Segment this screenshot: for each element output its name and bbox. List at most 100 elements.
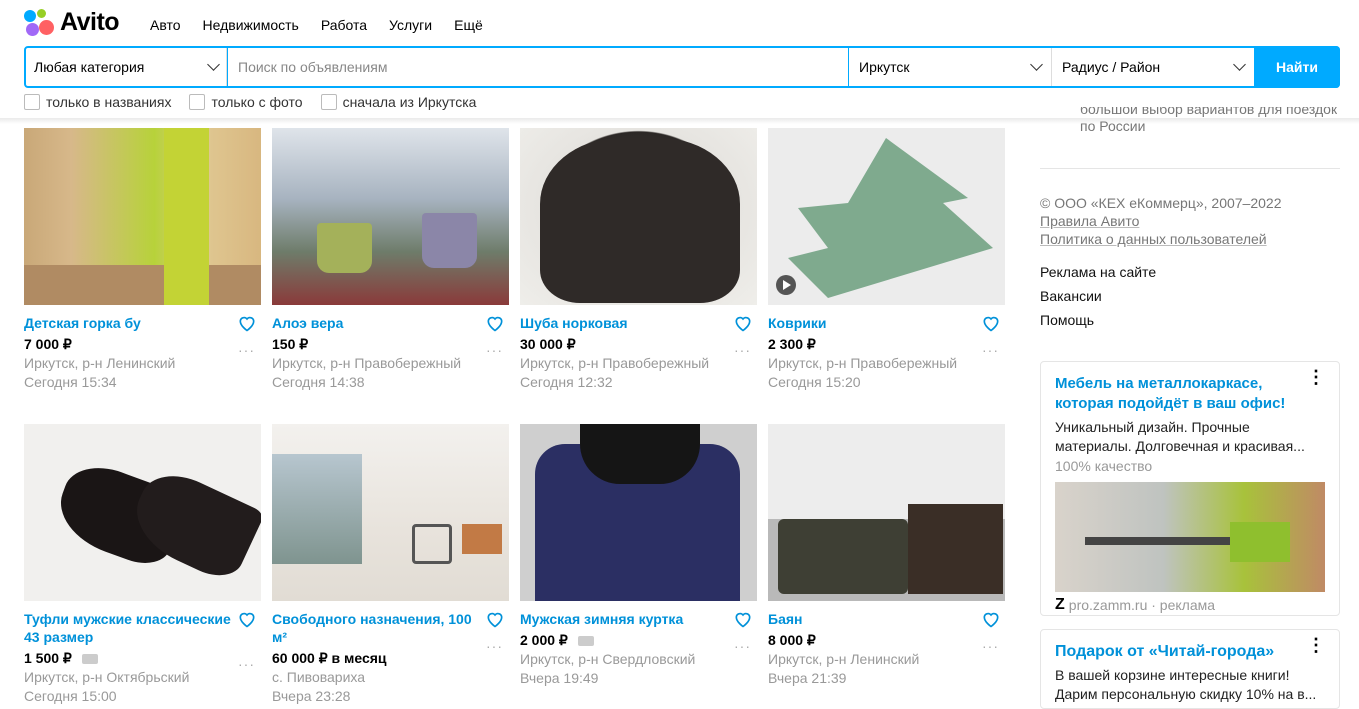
listing-photo[interactable] [520,424,757,601]
listing-title[interactable]: Мужская зимняя куртка [520,610,730,628]
ad-card[interactable]: ⋮ Подарок от «Читай-города» В вашей корз… [1040,629,1340,709]
checkbox[interactable] [24,94,40,110]
more-dots-icon[interactable]: ··· [486,638,503,654]
search-filters: только в названиях только с фото сначала… [24,94,494,110]
chevron-down-icon [207,58,220,71]
sidebar-footer: © ООО «КЕХ еКоммерц», 2007–2022 Правила … [1040,194,1281,332]
listing-location: Иркутск, р-н Правобережный [768,355,958,371]
listing-location: Иркутск, р-н Правобережный [272,355,462,371]
listing-location: Иркутск, р-н Ленинский [768,651,920,667]
listing-price: 2 300 ₽ [768,336,816,352]
listing-title[interactable]: Туфли мужские классические 43 размер [24,610,234,646]
listing-date: Сегодня 14:38 [272,374,365,390]
category-value: Любая категория [34,59,145,75]
vacancies-link[interactable]: Вакансии [1040,284,1281,308]
ad-text: В вашей корзине интересные книги! Дарим … [1055,667,1317,702]
listing-price: 30 000 ₽ [520,336,576,352]
listing-date: Вчера 21:39 [768,670,847,686]
listing-card[interactable]: Шуба норковая 30 000 ₽ ··· Иркутск, р-н … [520,128,757,392]
ad-card[interactable]: ⋮ Мебель на металлокаркасе, которая подо… [1040,361,1340,616]
filter-irkutsk-first[interactable]: сначала из Иркутска [320,94,476,110]
heart-icon[interactable] [981,313,1001,333]
listing-photo[interactable] [24,424,261,601]
listing-card[interactable]: Коврики 2 300 ₽ ··· Иркутск, р-н Правобе… [768,128,1005,392]
zamm-logo-icon: Z [1055,596,1065,613]
main-nav: Авто Недвижимость Работа Услуги Ещё [150,17,505,33]
city-select[interactable]: Иркутск [849,48,1052,86]
ad-source: Z pro.zamm.ru · реклама [1055,596,1216,613]
ad-title[interactable]: Мебель на металлокаркасе, которая подойд… [1055,374,1295,414]
more-dots-icon[interactable]: ··· [734,342,751,358]
more-dots-icon[interactable]: ··· [982,638,999,654]
listing-photo[interactable] [272,128,509,305]
menu-kebab-icon[interactable]: ⋮ [1307,368,1325,386]
avito-logo[interactable]: Avito [24,8,120,37]
nav-more[interactable]: Ещё [454,17,483,33]
listing-photo[interactable] [768,424,1005,601]
listing-date: Вчера 23:28 [272,688,351,704]
nav-jobs[interactable]: Работа [321,17,367,33]
category-select[interactable]: Любая категория [26,48,227,86]
rules-link[interactable]: Правила Авито [1040,212,1281,230]
listing-photo[interactable] [520,128,757,305]
listing-card[interactable]: Мужская зимняя куртка 2 000 ₽ ··· Иркутс… [520,424,757,688]
ads-link[interactable]: Реклама на сайте [1040,260,1281,284]
listing-location: с. Пивовариха [272,669,366,685]
more-dots-icon[interactable]: ··· [486,342,503,358]
radius-value: Радиус / Район [1062,59,1161,75]
listing-date: Сегодня 15:20 [768,374,861,390]
filter-titles-only[interactable]: только в названиях [24,94,171,110]
privacy-link[interactable]: Политика о данных пользователей [1040,230,1281,248]
listing-date: Вчера 19:49 [520,670,599,686]
ad-quality: 100% качество [1055,458,1153,474]
listing-title[interactable]: Коврики [768,314,978,332]
listing-photo[interactable] [272,424,509,601]
delivery-truck-icon [577,635,594,646]
nav-auto[interactable]: Авто [150,17,181,33]
heart-icon[interactable] [733,609,753,629]
heart-icon[interactable] [237,609,257,629]
heart-icon[interactable] [733,313,753,333]
listing-title[interactable]: Баян [768,610,978,628]
filter-with-photo[interactable]: только с фото [189,94,303,110]
nav-realty[interactable]: Недвижимость [203,17,299,33]
listing-card[interactable]: Алоэ вера 150 ₽ ··· Иркутск, р-н Правобе… [272,128,509,392]
more-dots-icon[interactable]: ··· [238,656,255,672]
more-dots-icon[interactable]: ··· [238,342,255,358]
listing-title[interactable]: Алоэ вера [272,314,482,332]
listing-photo[interactable] [24,128,261,305]
listing-title[interactable]: Свободного назначения, 100 м² [272,610,482,646]
ad-image[interactable] [1055,482,1325,592]
listing-price: 1 500 ₽ [24,649,261,668]
listing-photo[interactable] [768,128,1005,305]
search-input[interactable]: Поиск по объявлениям [227,46,849,88]
more-dots-icon[interactable]: ··· [734,638,751,654]
search-placeholder: Поиск по объявлениям [238,59,388,75]
listing-price: 60 000 ₽ в месяц [272,650,387,666]
copyright: © ООО «КЕХ еКоммерц», 2007–2022 [1040,195,1282,211]
heart-icon[interactable] [485,609,505,629]
search-button[interactable]: Найти [1254,46,1340,88]
heart-icon[interactable] [981,609,1001,629]
menu-kebab-icon[interactable]: ⋮ [1307,636,1325,654]
listing-title[interactable]: Шуба норковая [520,314,730,332]
more-dots-icon[interactable]: ··· [982,342,999,358]
checkbox[interactable] [189,94,206,110]
listing-card[interactable]: Баян 8 000 ₽ ··· Иркутск, р-н Ленинский … [768,424,1005,688]
heart-icon[interactable] [485,313,505,333]
checkbox[interactable] [320,94,337,110]
heart-icon[interactable] [237,313,257,333]
delivery-truck-icon [81,653,98,664]
listing-card[interactable]: Туфли мужские классические 43 размер 1 5… [24,424,261,706]
listing-card[interactable]: Свободного назначения, 100 м² 60 000 ₽ в… [272,424,509,706]
nav-services[interactable]: Услуги [389,17,432,33]
listing-title[interactable]: Детская горка бу [24,314,234,332]
radius-select[interactable]: Радиус / Район [1052,48,1254,86]
help-link[interactable]: Помощь [1040,308,1281,332]
logo-text: Avito [60,8,120,36]
listing-location: Иркутск, р-н Правобережный [520,355,710,371]
listing-card[interactable]: Детская горка бу 7 000 ₽ ··· Иркутск, р-… [24,128,261,392]
search-bar: Любая категория Поиск по объявлениям Ирк… [24,46,1340,88]
ad-title[interactable]: Подарок от «Читай-города» [1055,642,1325,662]
ad-text: Уникальный дизайн. Прочные материалы. До… [1055,419,1305,454]
